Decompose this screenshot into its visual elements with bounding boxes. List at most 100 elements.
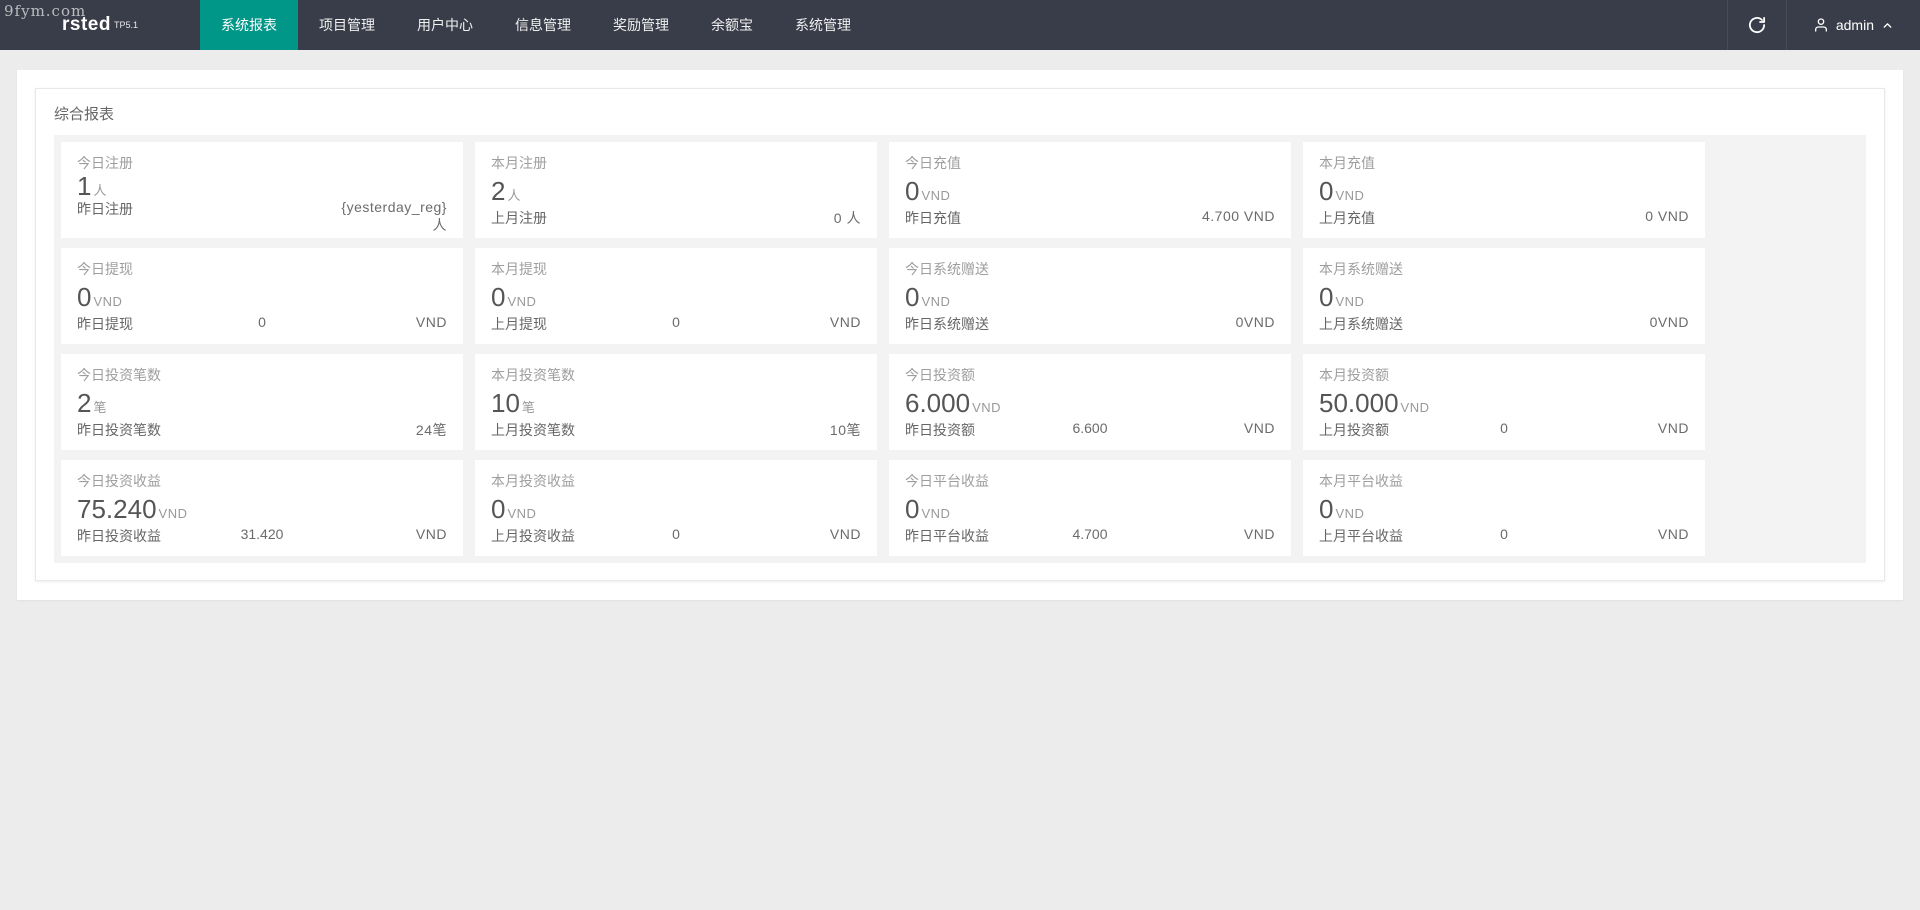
stat-card-value: 1人 (77, 173, 447, 199)
nav-item-info-management[interactable]: 信息管理 (494, 0, 592, 50)
main-nav: 系统报表 项目管理 用户中心 信息管理 奖励管理 余额宝 系统管理 (200, 0, 872, 50)
stat-card-unit: VND (1335, 188, 1364, 203)
stat-card-footer-mid-value: 0 (614, 314, 737, 334)
stat-card-value: 2笔 (77, 390, 447, 416)
header-right: admin (1727, 0, 1920, 50)
stat-card-number: 0 (1319, 494, 1333, 524)
stat-card-footer-mid-value: 4.700 (1028, 526, 1151, 546)
nav-item-label: 余额宝 (711, 15, 753, 35)
stat-card-title: 本月提现 (491, 259, 861, 279)
stat-card-value: 0VND (491, 496, 861, 522)
stat-card-value: 0VND (905, 178, 1275, 204)
stat-card-footer-label: 昨日投资笔数 (77, 420, 200, 440)
stat-card-unit: 人 (93, 183, 107, 198)
section-title: 综合报表 (36, 89, 1884, 135)
stat-card-footer-mid-value: 6.600 (1028, 420, 1151, 440)
stat-card-unit: VND (93, 294, 122, 309)
logo-version: TP5.1 (114, 20, 138, 30)
stat-card-number: 0 (905, 176, 919, 206)
stat-card-number: 6.000 (905, 388, 970, 418)
nav-item-user-center[interactable]: 用户中心 (396, 0, 494, 50)
stat-card-number: 0 (905, 494, 919, 524)
stat-card-footer-right-value: VND (738, 314, 861, 334)
stat-card-title: 本月投资笔数 (491, 365, 861, 385)
stat-card-footer-mid-value: 0 (614, 526, 737, 546)
top-navbar: 9fym.com rsted TP5.1 系统报表 项目管理 用户中心 信息管理… (0, 0, 1920, 50)
stat-card-number: 1 (77, 171, 91, 201)
stat-card: 今日平台收益 0VND 昨日平台收益 4.700 VND (889, 460, 1291, 556)
nav-item-label: 系统管理 (795, 15, 851, 35)
user-menu[interactable]: admin (1787, 0, 1920, 50)
nav-item-label: 信息管理 (515, 15, 571, 35)
stat-card-footer-label: 上月注册 (491, 208, 614, 228)
stat-card: 今日投资笔数 2笔 昨日投资笔数 24笔 (61, 354, 463, 450)
stat-card-unit: VND (507, 506, 536, 521)
stat-card-footer-mid-value: 0 (1442, 526, 1565, 546)
stat-card-title: 本月系统赠送 (1319, 259, 1689, 279)
nav-item-yuebao[interactable]: 余额宝 (690, 0, 774, 50)
stat-card-title: 今日提现 (77, 259, 447, 279)
stat-card: 本月注册 2人 上月注册 0 人 (475, 142, 877, 238)
stat-card: 今日注册 1人 昨日注册 {yesterday_reg} 人 (61, 142, 463, 238)
stat-card-footer-label: 昨日注册 (77, 199, 200, 235)
stat-card-footer-mid-value: 31.420 (200, 526, 323, 546)
stat-card-footer-label: 上月系统赠送 (1319, 314, 1442, 334)
stat-card-value: 50.000VND (1319, 390, 1689, 416)
stat-card-footer-right-value: VND (324, 314, 447, 334)
stat-card-unit: VND (1401, 400, 1430, 415)
username: admin (1836, 17, 1874, 33)
stat-card-footer: 上月平台收益 0 VND (1319, 526, 1689, 546)
refresh-button[interactable] (1727, 0, 1787, 50)
stat-card-footer: 上月投资收益 0 VND (491, 526, 861, 546)
stat-card-footer: 上月投资额 0 VND (1319, 420, 1689, 440)
cards-container: 今日注册 1人 昨日注册 {yesterday_reg} 人 本月注册 2人 上… (54, 135, 1866, 563)
stat-card-footer: 昨日提现 0 VND (77, 314, 447, 334)
stat-card-footer: 上月投资笔数 10笔 (491, 420, 861, 440)
stat-card-unit: 笔 (522, 400, 536, 415)
stat-card-title: 今日投资额 (905, 365, 1275, 385)
stat-card-value: 0VND (1319, 178, 1689, 204)
stat-card-footer-right-value: {yesterday_reg} 人 (324, 199, 447, 235)
stat-card-value: 0VND (1319, 284, 1689, 310)
stat-card-number: 10 (491, 388, 520, 418)
nav-item-reward-management[interactable]: 奖励管理 (592, 0, 690, 50)
stat-card-footer-label: 上月平台收益 (1319, 526, 1442, 546)
stat-card-footer: 昨日注册 {yesterday_reg} 人 (77, 199, 447, 235)
nav-item-system-report[interactable]: 系统报表 (200, 0, 298, 50)
stat-card-title: 本月投资收益 (491, 471, 861, 491)
refresh-icon (1748, 16, 1766, 34)
stat-card-footer-label: 昨日平台收益 (905, 526, 1028, 546)
stat-card: 今日投资收益 75.240VND 昨日投资收益 31.420 VND (61, 460, 463, 556)
stat-card-footer: 昨日充值 4.700 VND (905, 208, 1275, 228)
stat-card-footer-label: 上月充值 (1319, 208, 1442, 228)
stat-card-footer-label: 上月投资收益 (491, 526, 614, 546)
stat-card-title: 今日注册 (77, 153, 447, 173)
stat-card-footer-right-value: 0VND (1152, 314, 1275, 334)
stat-card-number: 0 (905, 282, 919, 312)
stat-card-footer-right-value: VND (1152, 526, 1275, 546)
stat-card-title: 今日投资收益 (77, 471, 447, 491)
stat-card-footer-mid-value: 0 (1442, 420, 1565, 440)
stat-card-footer-right-value: VND (324, 526, 447, 546)
nav-item-system-management[interactable]: 系统管理 (774, 0, 872, 50)
stat-card: 本月平台收益 0VND 上月平台收益 0 VND (1303, 460, 1705, 556)
page-panel: 综合报表 今日注册 1人 昨日注册 {yesterday_reg} 人 本月注册… (17, 70, 1903, 600)
stat-card-footer-label: 昨日投资收益 (77, 526, 200, 546)
nav-item-project-management[interactable]: 项目管理 (298, 0, 396, 50)
nav-item-label: 项目管理 (319, 15, 375, 35)
stat-card-footer: 上月注册 0 人 (491, 208, 861, 228)
stat-card-unit: 笔 (93, 400, 107, 415)
stat-card-footer-mid-value: 0 (200, 314, 323, 334)
stat-card-title: 今日投资笔数 (77, 365, 447, 385)
stat-card-footer-label: 昨日充值 (905, 208, 1028, 228)
watermark: 9fym.com (4, 2, 86, 20)
stat-card: 今日充值 0VND 昨日充值 4.700 VND (889, 142, 1291, 238)
cards-grid: 今日注册 1人 昨日注册 {yesterday_reg} 人 本月注册 2人 上… (61, 142, 1859, 556)
stat-card-title: 本月充值 (1319, 153, 1689, 173)
stat-card-unit: VND (1335, 506, 1364, 521)
stat-card-footer: 昨日投资收益 31.420 VND (77, 526, 447, 546)
stat-card-value: 0VND (491, 284, 861, 310)
stat-card-footer-mid-value (200, 420, 323, 440)
stat-card: 今日提现 0VND 昨日提现 0 VND (61, 248, 463, 344)
nav-item-label: 奖励管理 (613, 15, 669, 35)
